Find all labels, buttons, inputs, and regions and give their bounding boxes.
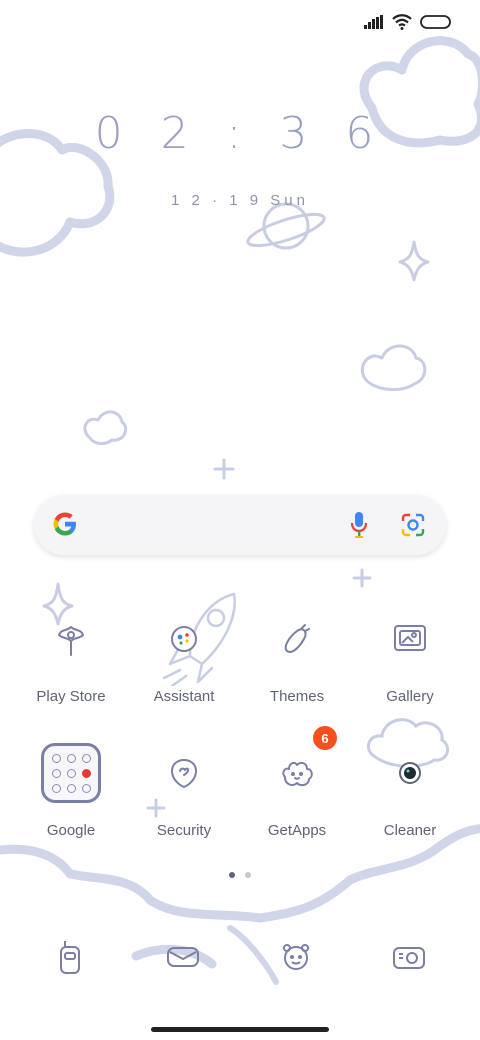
signal-icon — [364, 15, 383, 29]
assistant-icon — [171, 626, 197, 652]
app-label: Google — [46, 822, 96, 839]
play-store-icon — [58, 626, 84, 656]
getapps-icon — [282, 761, 313, 787]
wifi-icon — [392, 14, 412, 30]
battery-icon — [420, 15, 451, 29]
app-label: Assistant — [153, 688, 215, 705]
dock-messages[interactable] — [153, 932, 213, 982]
app-security[interactable]: Security — [128, 728, 240, 839]
google-g-icon — [53, 512, 76, 536]
app-label: Security — [156, 822, 212, 839]
page-dot-active[interactable] — [229, 872, 235, 878]
app-assistant[interactable]: Assistant — [128, 594, 240, 705]
app-label: Cleaner — [383, 822, 437, 839]
messages-icon — [167, 947, 199, 967]
app-label: GetApps — [267, 822, 327, 839]
phone-icon — [60, 941, 80, 974]
app-label: Themes — [269, 688, 325, 705]
browser-icon — [283, 944, 309, 970]
page-dot[interactable] — [245, 872, 251, 878]
clock-date[interactable]: 1 2 · 1 9 Sun — [0, 192, 480, 209]
page-indicator[interactable] — [0, 872, 480, 878]
notification-badge: 6 — [313, 726, 337, 750]
app-label: Play Store — [36, 688, 106, 705]
app-google-folder[interactable]: Google — [15, 728, 127, 839]
camera-icon — [393, 947, 425, 969]
app-themes[interactable]: Themes — [241, 594, 353, 705]
folder-icon — [41, 743, 101, 803]
dock-camera[interactable] — [379, 932, 439, 982]
home-gesture-bar[interactable] — [151, 1027, 329, 1032]
cleaner-icon — [399, 762, 421, 784]
themes-icon — [284, 624, 310, 653]
app-play-store[interactable]: Play Store — [15, 594, 127, 705]
status-bar — [364, 14, 452, 30]
shield-icon — [171, 759, 197, 788]
google-search-bar[interactable] — [34, 495, 446, 555]
voice-search-icon[interactable] — [350, 511, 368, 539]
app-gallery[interactable]: Gallery — [354, 594, 466, 705]
google-lens-icon[interactable] — [400, 513, 426, 537]
gallery-icon — [394, 625, 426, 651]
dock-phone[interactable] — [40, 932, 100, 982]
app-cleaner[interactable]: Cleaner — [354, 728, 466, 839]
dock-browser[interactable] — [266, 932, 326, 982]
app-getapps[interactable]: 6 GetApps — [241, 726, 353, 839]
app-label: Gallery — [386, 688, 434, 705]
clock-time[interactable]: 0 2 : 3 6 — [0, 108, 480, 159]
